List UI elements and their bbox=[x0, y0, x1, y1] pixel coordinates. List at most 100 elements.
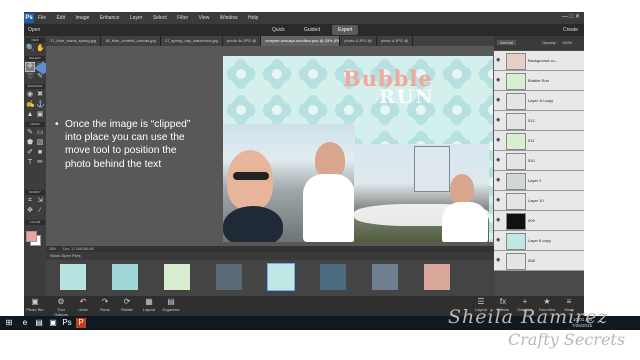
blend-mode-select[interactable]: Normal bbox=[497, 40, 516, 45]
document-canvas[interactable]: Bubble RUN bbox=[223, 56, 493, 242]
blur-icon[interactable]: ▲ bbox=[26, 111, 34, 119]
close-button[interactable]: ✕ bbox=[575, 14, 580, 20]
layer-name: 009 bbox=[528, 218, 535, 223]
layer-row[interactable]: ◉ 008 bbox=[494, 251, 584, 271]
ie-icon[interactable]: e bbox=[20, 318, 30, 328]
mode-expert[interactable]: Expert bbox=[332, 25, 359, 35]
text-icon[interactable]: T bbox=[26, 159, 34, 167]
content-move-icon[interactable]: ✥ bbox=[26, 207, 34, 215]
photo-bin-icon: ▣ bbox=[31, 297, 39, 306]
store-icon[interactable]: ▣ bbox=[48, 318, 58, 328]
show-open-files-dropdown[interactable]: Show Open Files bbox=[50, 253, 80, 258]
photoshop-taskbar-icon[interactable]: Ps bbox=[62, 318, 72, 328]
recompose-icon[interactable]: ⇲ bbox=[36, 197, 44, 205]
eraser-icon[interactable]: ▭ bbox=[36, 129, 44, 137]
maximize-button[interactable]: □ bbox=[570, 14, 574, 20]
move-tool-icon[interactable]: ✥ bbox=[25, 62, 35, 72]
paint-bucket-icon[interactable]: ⬟ bbox=[26, 139, 34, 147]
menu-window[interactable]: Window bbox=[220, 15, 238, 21]
doc-tab[interactable]: photo 4c.JPG @ bbox=[223, 36, 262, 46]
bin-thumbnail[interactable] bbox=[216, 264, 242, 290]
menu-view[interactable]: View bbox=[199, 15, 210, 21]
layer-row[interactable]: ◉ 012 bbox=[494, 111, 584, 131]
layer-row[interactable]: ◉ Background co... bbox=[494, 51, 584, 71]
visibility-eye-icon[interactable]: ◉ bbox=[496, 217, 502, 223]
open-button[interactable]: Open bbox=[28, 27, 40, 33]
photo-selfie[interactable] bbox=[223, 124, 355, 242]
menu-image[interactable]: Image bbox=[75, 15, 89, 21]
menu-help[interactable]: Help bbox=[248, 15, 258, 21]
menu-filter[interactable]: Filter bbox=[177, 15, 188, 21]
minimize-button[interactable]: — bbox=[562, 14, 568, 20]
visibility-eye-icon[interactable]: ◉ bbox=[496, 197, 502, 203]
layer-row[interactable]: ◉ 010 bbox=[494, 151, 584, 171]
eyedropper-icon[interactable]: ✐ bbox=[26, 149, 34, 157]
crop-icon[interactable]: ⌗ bbox=[26, 197, 34, 205]
doc-tab[interactable]: photo 4.JPG @ bbox=[377, 36, 414, 46]
doc-tab-active[interactable]: bnnysbr-wmcapr-scrollsm.psd @ 25% (RGB/8… bbox=[261, 36, 341, 46]
opacity-value[interactable]: 100% bbox=[562, 40, 572, 45]
rotate-button[interactable]: ⟳ Rotate bbox=[116, 297, 138, 312]
visibility-eye-icon[interactable]: ◉ bbox=[496, 137, 502, 143]
layout-button[interactable]: ▦ Layout bbox=[138, 297, 160, 312]
layer-row[interactable]: ◉ 011 bbox=[494, 131, 584, 151]
stamp-icon[interactable]: ⚓ bbox=[36, 101, 45, 109]
bin-thumbnail[interactable] bbox=[60, 264, 86, 290]
layer-row[interactable]: ◉ Layer 10 copy bbox=[494, 91, 584, 111]
photo-start-line[interactable] bbox=[354, 144, 489, 242]
menu-enhance[interactable]: Enhance bbox=[100, 15, 120, 21]
bin-thumbnail[interactable] bbox=[112, 264, 138, 290]
menu-file[interactable]: File bbox=[38, 15, 46, 21]
redo-button[interactable]: ↷ Redo bbox=[94, 297, 116, 312]
menu-edit[interactable]: Edit bbox=[56, 15, 65, 21]
doc-tab[interactable]: 17_blue_swirls_spring.jpg bbox=[46, 36, 102, 46]
layer-row[interactable]: ◉ Layer 2 bbox=[494, 171, 584, 191]
mode-guided[interactable]: Guided bbox=[298, 25, 326, 35]
windows-start-icon[interactable]: ⊞ bbox=[4, 318, 14, 328]
pencil-icon[interactable]: ✏ bbox=[36, 159, 44, 167]
mode-bar: Open Quick Guided Expert Create bbox=[24, 24, 584, 36]
visibility-eye-icon[interactable]: ◉ bbox=[496, 97, 502, 103]
smart-brush-icon[interactable]: ✍ bbox=[26, 101, 35, 109]
layer-row[interactable]: ◉ Layer 8 copy bbox=[494, 231, 584, 251]
healing-icon[interactable]: ✖ bbox=[36, 91, 44, 99]
visibility-eye-icon[interactable]: ◉ bbox=[496, 237, 502, 243]
lasso-icon[interactable]: ➰ bbox=[26, 73, 35, 81]
foreground-color-swatch[interactable] bbox=[26, 231, 37, 242]
bin-thumbnail-selected[interactable] bbox=[267, 263, 295, 291]
brush-icon[interactable]: ✎ bbox=[26, 129, 34, 137]
straighten-icon[interactable]: ∕ bbox=[36, 207, 44, 215]
hand-icon[interactable]: ✋ bbox=[36, 45, 45, 53]
gradient-icon[interactable]: ▧ bbox=[36, 139, 44, 147]
visibility-eye-icon[interactable]: ◉ bbox=[496, 77, 502, 83]
doc-tab[interactable]: 17_spring_day_watercolor.jpg bbox=[161, 36, 223, 46]
visibility-eye-icon[interactable]: ◉ bbox=[496, 177, 502, 183]
photo-bin-button[interactable]: ▣ Photo Bin bbox=[24, 297, 46, 312]
layer-row[interactable]: ◉ Bubble Run bbox=[494, 71, 584, 91]
menu-layer[interactable]: Layer bbox=[130, 15, 143, 21]
bin-thumbnail[interactable] bbox=[164, 264, 190, 290]
file-explorer-icon[interactable]: ▤ bbox=[34, 318, 44, 328]
visibility-eye-icon[interactable]: ◉ bbox=[496, 57, 502, 63]
visibility-eye-icon[interactable]: ◉ bbox=[496, 117, 502, 123]
visibility-eye-icon[interactable]: ◉ bbox=[496, 257, 502, 263]
shape-icon[interactable]: ■ bbox=[36, 149, 44, 157]
tool-options-button[interactable]: ⚙ Tool Options bbox=[50, 297, 72, 317]
menu-select[interactable]: Select bbox=[153, 15, 167, 21]
zoom-icon[interactable]: 🔍 bbox=[26, 45, 35, 53]
layer-row[interactable]: ◉ 009 bbox=[494, 211, 584, 231]
visibility-eye-icon[interactable]: ◉ bbox=[496, 157, 502, 163]
bin-thumbnail[interactable] bbox=[372, 264, 398, 290]
doc-tab[interactable]: 18_blue_confetti_canvas.jpg bbox=[101, 36, 161, 46]
layer-row[interactable]: ◉ Layer 10 bbox=[494, 191, 584, 211]
undo-button[interactable]: ↶ Undo bbox=[72, 297, 94, 312]
bin-thumbnail[interactable] bbox=[424, 264, 450, 290]
bin-thumbnail[interactable] bbox=[320, 264, 346, 290]
create-button[interactable]: Create bbox=[563, 27, 578, 33]
eye-icon[interactable]: ◉ bbox=[26, 91, 34, 99]
sponge-icon[interactable]: ▣ bbox=[36, 111, 44, 119]
doc-tab[interactable]: photo 4.JPG @ bbox=[340, 36, 377, 46]
organizer-button[interactable]: ▤ Organizer bbox=[160, 297, 182, 312]
powerpoint-taskbar-icon[interactable]: P bbox=[76, 318, 86, 328]
mode-quick[interactable]: Quick bbox=[266, 25, 291, 35]
